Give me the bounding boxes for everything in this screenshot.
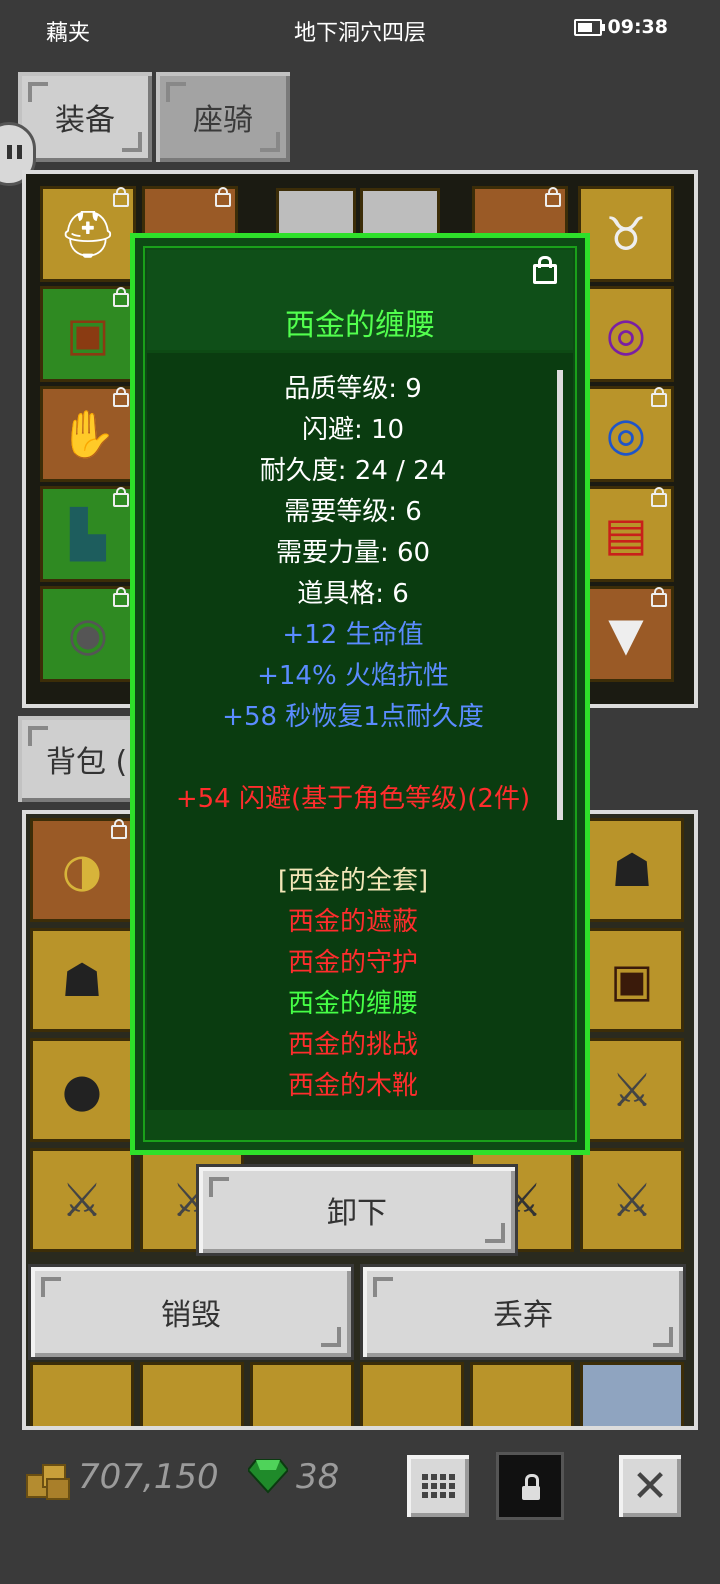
book-icon: ▤ — [604, 507, 648, 561]
lock-icon — [522, 1486, 540, 1500]
bonus-life: +12 生命值 — [282, 620, 424, 650]
battery-icon — [574, 19, 605, 36]
tooltip-scrollbar[interactable] — [557, 370, 563, 820]
equipment-slot[interactable]: ✋ — [40, 386, 136, 482]
lock-icon[interactable] — [533, 256, 557, 284]
stat-req-level: 需要等级: 6 — [284, 497, 422, 527]
tab-backpack-label: 背包 ( — [46, 745, 128, 780]
backpack-slot[interactable] — [580, 1362, 684, 1426]
backpack-slot[interactable] — [360, 1362, 464, 1426]
equipment-slot[interactable]: ▼ — [578, 586, 674, 682]
set-item: 西金的守护 — [287, 948, 418, 978]
bonus-repair: +58 秒恢复1点耐久度 — [222, 702, 484, 732]
stat-slots: 道具格: 6 — [297, 579, 409, 609]
tab-mount[interactable]: 座骑 — [156, 72, 290, 162]
bottom-bar — [0, 1432, 720, 1584]
glove-icon: ✋ — [59, 406, 117, 461]
armor-icon: ▣ — [66, 307, 110, 361]
dagger-icon: ⚔ — [61, 1173, 103, 1227]
backpack-slot[interactable]: ◑ — [30, 818, 134, 922]
backpack-slot[interactable]: ● — [30, 1038, 134, 1142]
destroy-label: 销毁 — [161, 1298, 221, 1333]
close-button[interactable]: ✕ — [616, 1452, 684, 1520]
tab-equipment-label: 装备 — [55, 103, 115, 138]
equipment-slot[interactable]: ⛑ — [40, 186, 136, 282]
equipment-slot[interactable]: ◉ — [40, 586, 136, 682]
amulet-icon: ♉ — [605, 207, 647, 261]
gold-coin-icon — [26, 1462, 70, 1500]
grid-icon — [421, 1474, 455, 1498]
gold-amount: 707,150 — [78, 1457, 219, 1497]
drop-button[interactable]: 丢弃 — [360, 1264, 686, 1360]
stat-quality: 品质等级: 9 — [284, 374, 422, 404]
set-item-owned: 西金的缠腰 — [287, 989, 418, 1019]
backpack-slot[interactable]: ▣ — [580, 928, 684, 1032]
cap-icon: ● — [61, 1063, 103, 1117]
item-tooltip: 西金的缠腰 品质等级: 9 闪避: 10 耐久度: 24 / 24 需要等级: … — [130, 233, 590, 1155]
helmet-icon: ☗ — [611, 843, 653, 897]
backpack-slot[interactable] — [470, 1362, 574, 1426]
gem-amount: 38 — [296, 1457, 340, 1497]
tab-equipment[interactable]: 装备 — [18, 72, 152, 162]
backpack-slot[interactable] — [30, 1362, 134, 1426]
helmet-icon: ☗ — [61, 953, 103, 1007]
backpack-slot[interactable]: ⚔ — [580, 1148, 684, 1252]
stat-dodge: 闪避: 10 — [301, 415, 405, 445]
set-item: 西金的木靴 — [287, 1071, 418, 1101]
spear-icon: ⚔ — [611, 1173, 653, 1227]
close-icon: ✕ — [631, 1460, 669, 1512]
clock: 09:38 — [607, 16, 668, 38]
backpack-slot[interactable] — [250, 1362, 354, 1426]
equipment-slot[interactable]: ♉ — [578, 186, 674, 282]
set-bonus: +54 闪避(基于角色等级)(2件) — [175, 784, 531, 814]
dagger-icon: ⚔ — [611, 1063, 653, 1117]
armor-icon: ▣ — [610, 953, 654, 1007]
cape-icon: ▼ — [608, 607, 644, 661]
tab-mount-label: 座骑 — [193, 103, 253, 138]
equipment-slot[interactable]: ▤ — [578, 486, 674, 582]
backpack-slot[interactable]: ☗ — [580, 818, 684, 922]
boot-icon: ▙ — [70, 507, 106, 561]
equipment-slot[interactable]: ▣ — [40, 286, 136, 382]
set-name: [西金的全套] — [277, 866, 429, 896]
ring-icon: ◎ — [605, 407, 647, 461]
equipment-slot[interactable]: ◎ — [578, 386, 674, 482]
backpack-slot[interactable]: ⚔ — [30, 1148, 134, 1252]
backpack-slot[interactable]: ☗ — [30, 928, 134, 1032]
ring-icon: ◎ — [605, 307, 647, 361]
stat-durability: 耐久度: 24 / 24 — [259, 456, 447, 486]
bonus-fire-res: +14% 火焰抗性 — [257, 661, 449, 691]
stat-req-strength: 需要力量: 60 — [275, 538, 431, 568]
gem-icon — [246, 1458, 290, 1498]
backpack-slot[interactable] — [140, 1362, 244, 1426]
tab-backpack[interactable]: 背包 ( — [18, 716, 148, 802]
unequip-button[interactable]: 卸下 — [196, 1164, 518, 1256]
drop-label: 丢弃 — [493, 1298, 553, 1333]
destroy-button[interactable]: 销毁 — [28, 1264, 354, 1360]
set-item: 西金的遮蔽 — [287, 907, 418, 937]
unequip-label: 卸下 — [327, 1196, 387, 1231]
grid-view-button[interactable] — [404, 1452, 472, 1520]
lock-toggle-button[interactable] — [496, 1452, 564, 1520]
status-bar: 藕夹 地下洞穴四层 09:38 — [0, 0, 720, 58]
item-title: 西金的缠腰 — [285, 308, 435, 343]
equipment-slot[interactable]: ◎ — [578, 286, 674, 382]
helmet-icon: ⛑ — [58, 206, 118, 261]
set-item: 西金的挑战 — [287, 1030, 418, 1060]
backpack-slot[interactable]: ⚔ — [580, 1038, 684, 1142]
equipment-slot[interactable]: ▙ — [40, 486, 136, 582]
shield-icon: ◑ — [61, 843, 103, 897]
belt-icon: ◉ — [67, 607, 109, 661]
